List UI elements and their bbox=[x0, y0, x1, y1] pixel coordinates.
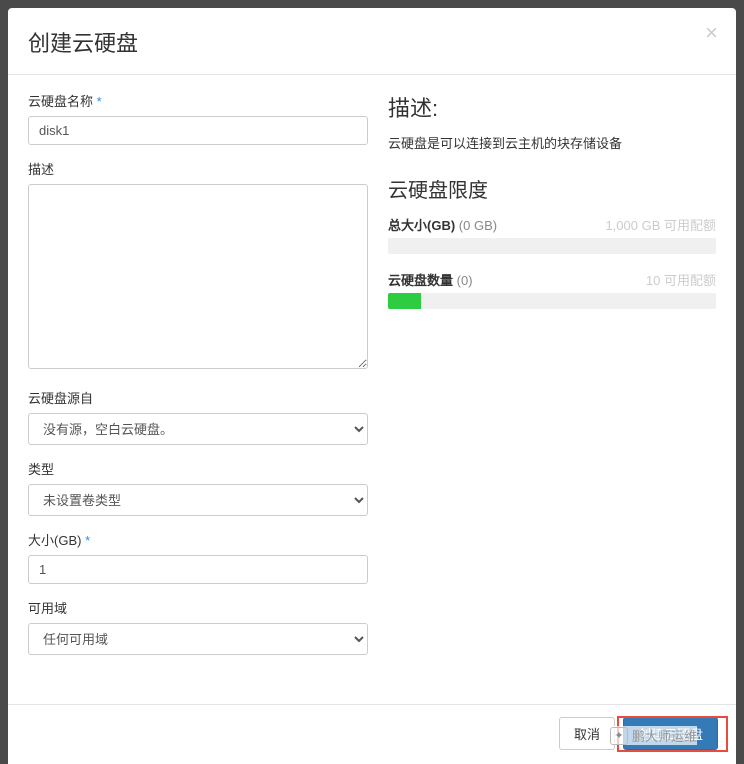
source-label: 云硬盘源自 bbox=[28, 388, 368, 407]
close-button[interactable]: × bbox=[705, 22, 718, 44]
size-input[interactable] bbox=[28, 555, 368, 584]
az-select[interactable]: 任何可用域 bbox=[28, 623, 368, 655]
quota-size-current: (0 GB) bbox=[459, 218, 497, 233]
name-label: 云硬盘名称 * bbox=[28, 91, 368, 110]
quota-count-current: (0) bbox=[457, 273, 473, 288]
modal-body: 云硬盘名称 * 描述 云硬盘源自 没有源，空白云硬盘。 类型 未设置卷类型 bbox=[8, 75, 736, 704]
quota-size-bar bbox=[388, 238, 716, 254]
source-select[interactable]: 没有源，空白云硬盘。 bbox=[28, 413, 368, 445]
modal-header: 创建云硬盘 × bbox=[8, 8, 736, 75]
info-column: 描述: 云硬盘是可以连接到云主机的块存储设备 云硬盘限度 总大小(GB) (0 … bbox=[388, 91, 716, 696]
modal-title: 创建云硬盘 bbox=[28, 26, 716, 58]
quota-count-fill bbox=[388, 293, 421, 309]
quota-count-bar bbox=[388, 293, 716, 309]
quota-size-label: 总大小(GB) bbox=[388, 218, 455, 233]
field-az: 可用域 任何可用域 bbox=[28, 598, 368, 655]
info-desc-heading: 描述: bbox=[388, 91, 716, 123]
field-name: 云硬盘名称 * bbox=[28, 91, 368, 145]
watermark: ✦ 鹏大师运维 bbox=[610, 726, 697, 745]
desc-textarea[interactable] bbox=[28, 184, 368, 369]
type-select[interactable]: 未设置卷类型 bbox=[28, 484, 368, 516]
size-label: 大小(GB) * bbox=[28, 530, 368, 549]
quota-count: 云硬盘数量 (0) 10 可用配额 bbox=[388, 270, 716, 309]
required-mark: * bbox=[97, 94, 102, 109]
name-input[interactable] bbox=[28, 116, 368, 145]
cancel-button[interactable]: 取消 bbox=[559, 717, 615, 750]
field-source: 云硬盘源自 没有源，空白云硬盘。 bbox=[28, 388, 368, 445]
create-volume-modal: 创建云硬盘 × 云硬盘名称 * 描述 云硬盘源自 没有源，空白云硬盘。 bbox=[8, 8, 736, 764]
quota-count-label: 云硬盘数量 bbox=[388, 273, 453, 288]
required-mark: * bbox=[85, 533, 90, 548]
watermark-text: 鹏大师运维 bbox=[632, 726, 697, 745]
field-type: 类型 未设置卷类型 bbox=[28, 459, 368, 516]
az-label: 可用域 bbox=[28, 598, 368, 617]
quota-heading: 云硬盘限度 bbox=[388, 174, 716, 203]
field-size: 大小(GB) * bbox=[28, 530, 368, 584]
quota-size-avail: 1,000 GB 可用配额 bbox=[605, 215, 716, 234]
form-column: 云硬盘名称 * 描述 云硬盘源自 没有源，空白云硬盘。 类型 未设置卷类型 bbox=[28, 91, 368, 696]
field-description: 描述 bbox=[28, 159, 368, 374]
wechat-icon: ✦ bbox=[610, 727, 628, 745]
desc-label: 描述 bbox=[28, 159, 368, 178]
info-desc-text: 云硬盘是可以连接到云主机的块存储设备 bbox=[388, 133, 716, 152]
quota-total-size: 总大小(GB) (0 GB) 1,000 GB 可用配额 bbox=[388, 215, 716, 254]
quota-count-avail: 10 可用配额 bbox=[646, 270, 716, 289]
type-label: 类型 bbox=[28, 459, 368, 478]
